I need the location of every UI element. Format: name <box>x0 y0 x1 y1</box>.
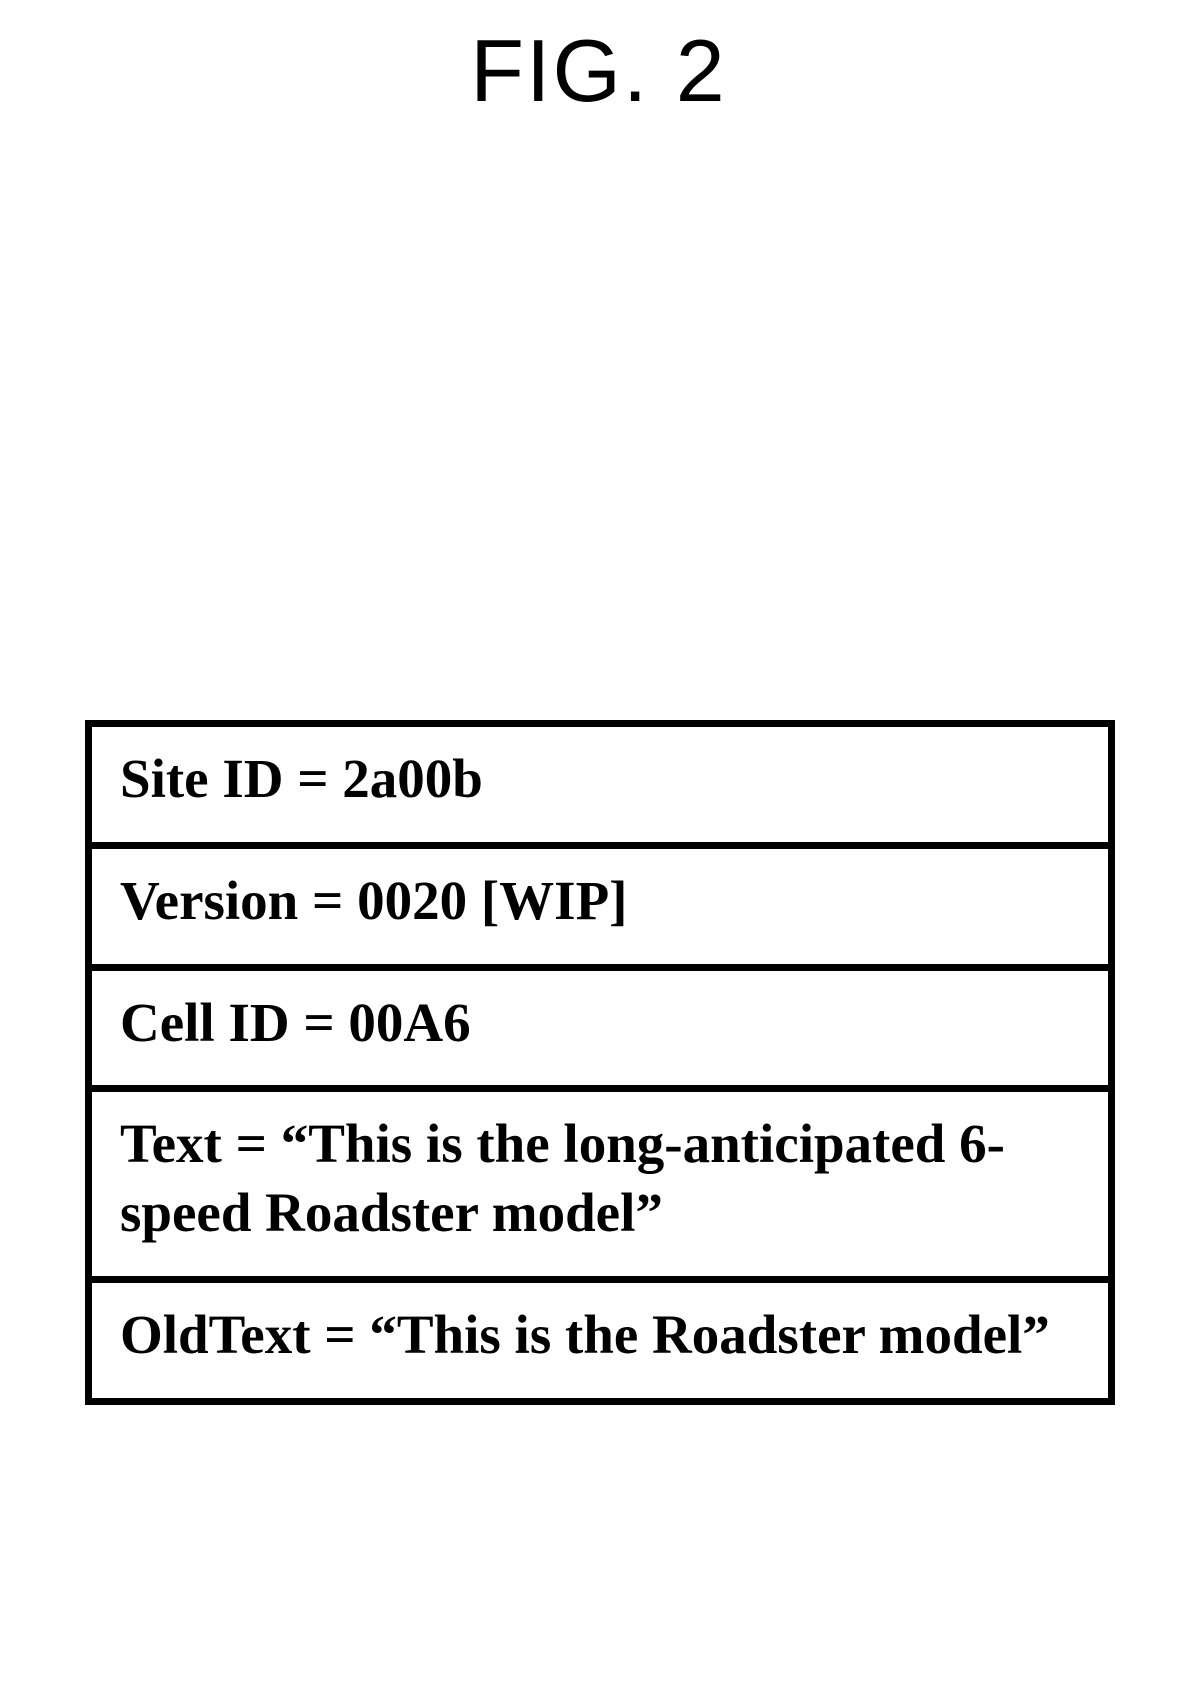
figure-title: FIG. 2 <box>0 20 1197 122</box>
table-row: OldText = “This is the Roadster model” <box>92 1283 1108 1398</box>
data-table: Site ID = 2a00b Version = 0020 [WIP] Cel… <box>85 720 1115 1405</box>
table-row: Site ID = 2a00b <box>92 727 1108 849</box>
row-text-text: Text = “This is the long-anticipated 6-s… <box>120 1110 1080 1248</box>
table-row: Text = “This is the long-anticipated 6-s… <box>92 1092 1108 1283</box>
table-row: Version = 0020 [WIP] <box>92 849 1108 971</box>
row-text-cell-id: Cell ID = 00A6 <box>120 989 1080 1058</box>
row-text-version: Version = 0020 [WIP] <box>120 867 1080 936</box>
table-row: Cell ID = 00A6 <box>92 971 1108 1093</box>
row-text-oldtext: OldText = “This is the Roadster model” <box>120 1301 1080 1370</box>
row-text-site-id: Site ID = 2a00b <box>120 745 1080 814</box>
